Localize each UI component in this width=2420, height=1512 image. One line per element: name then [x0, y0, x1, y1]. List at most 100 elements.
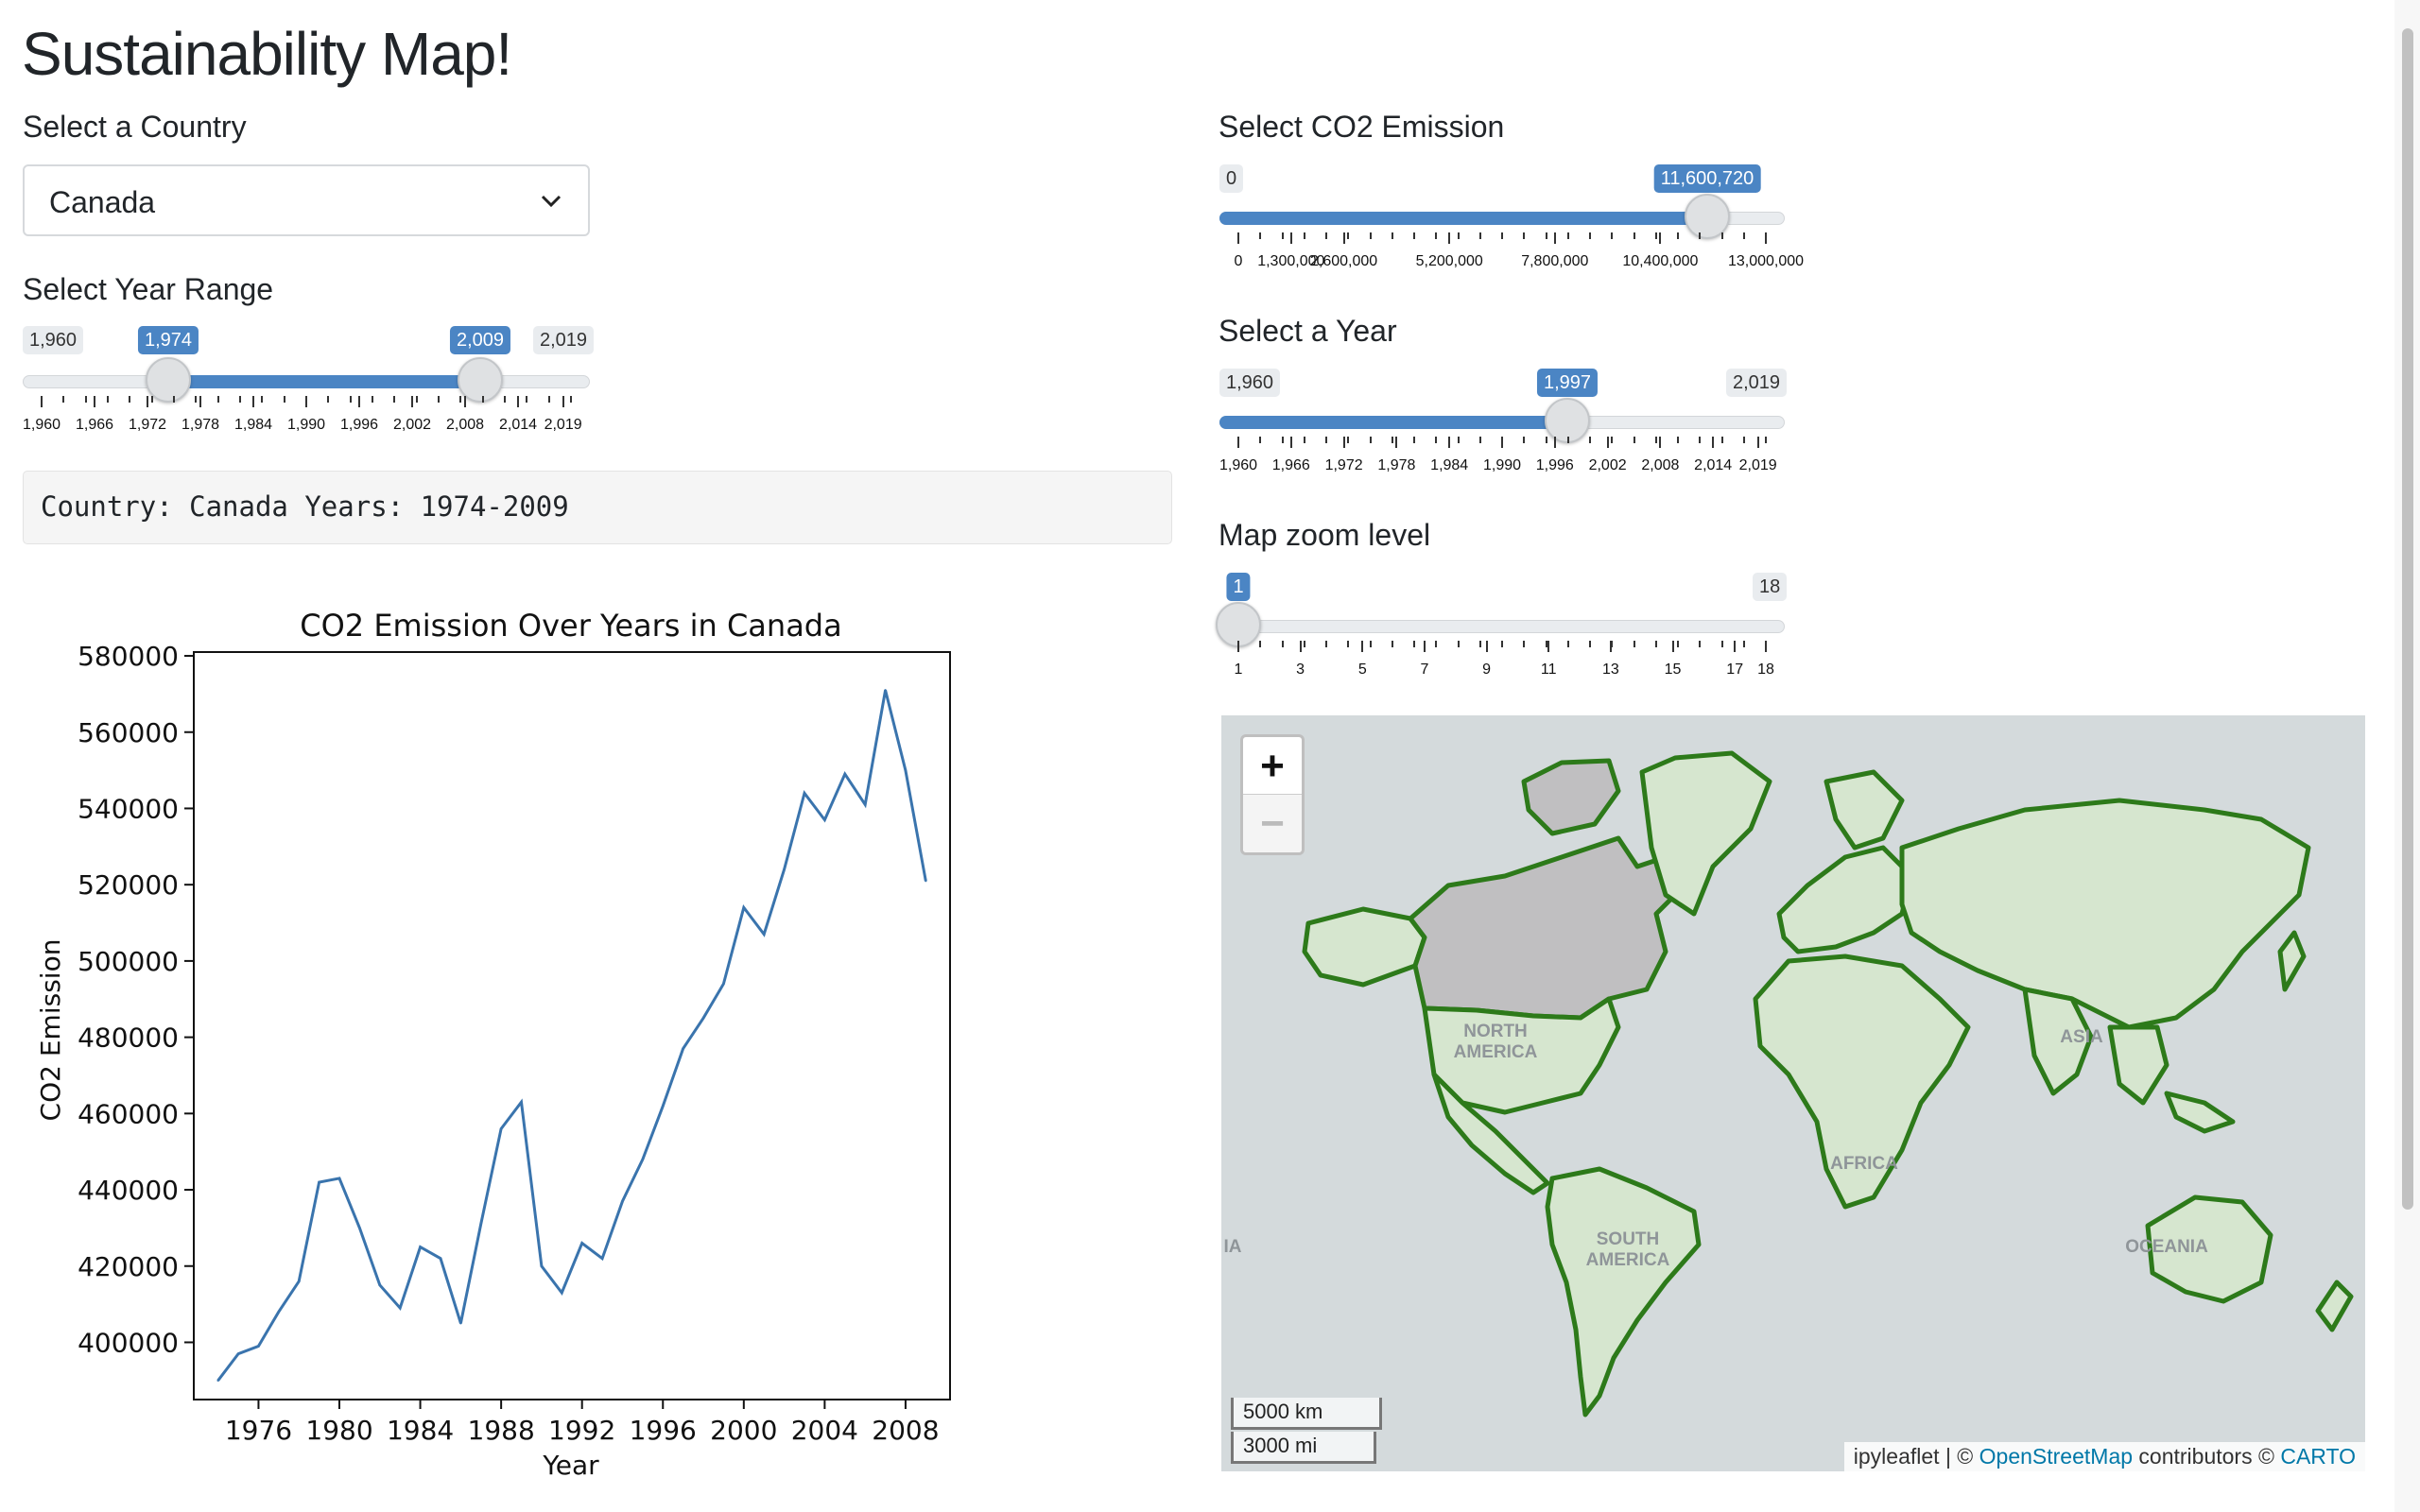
slider-major-tick — [464, 396, 466, 407]
slider-minor-tick — [1347, 437, 1350, 443]
zoom-track[interactable] — [1219, 620, 1785, 633]
slider-tick-label: 1,984 — [233, 417, 273, 433]
slider-minor-tick — [393, 396, 396, 403]
slider-minor-tick — [261, 396, 264, 403]
slider-tick-label: 2,008 — [1641, 457, 1680, 473]
slider-tick-label: 1 — [1234, 662, 1243, 678]
slider-minor-tick — [1654, 641, 1657, 647]
slider-minor-tick — [173, 396, 175, 403]
slider-tick-label: 10,400,000 — [1622, 253, 1699, 269]
se-asia-shape — [2107, 1024, 2169, 1106]
slider-tick-label: 2,008 — [445, 417, 485, 433]
chart-point — [803, 792, 806, 795]
x-tick-label: 1976 — [225, 1415, 292, 1446]
slider-major-tick — [1299, 641, 1302, 652]
chart-point — [823, 818, 826, 821]
chart-point — [925, 879, 927, 883]
country-select[interactable]: Canada — [23, 164, 590, 236]
country-select-value: Canada — [49, 185, 156, 219]
slider-minor-tick — [1259, 437, 1262, 443]
slider-minor-tick — [570, 396, 572, 403]
slider-tick-label: 2,600,000 — [1310, 253, 1378, 269]
country-label: Select a Country — [23, 110, 247, 144]
slider-minor-tick — [1523, 437, 1526, 443]
slider-major-tick — [1765, 641, 1767, 652]
slider-minor-tick — [1325, 437, 1327, 443]
zoom-out-button[interactable]: − — [1243, 795, 1302, 852]
zoom-max-pill: 18 — [1753, 573, 1788, 601]
slider-major-tick — [1485, 641, 1488, 652]
slider-major-tick — [1237, 232, 1239, 244]
map-canvas: NORTH AMERICA SOUTH AMERICA ASIA AFRICA … — [1224, 750, 2354, 1418]
slider-minor-tick — [1677, 641, 1679, 647]
slider-minor-tick — [1654, 232, 1657, 239]
chart-point — [378, 1283, 381, 1287]
slider-minor-tick — [1765, 437, 1767, 443]
south-america-shape — [1545, 1166, 1702, 1418]
slider-minor-tick — [1347, 641, 1350, 647]
slider-major-tick — [1289, 232, 1292, 244]
slider-minor-tick — [1478, 232, 1481, 239]
chart-point — [904, 768, 908, 772]
chevron-down-icon — [541, 195, 562, 208]
slider-minor-tick — [415, 396, 418, 403]
year-range-max-pill: 2,019 — [533, 326, 595, 354]
scrollbar-thumb[interactable] — [2402, 28, 2413, 1210]
slider-minor-tick — [1501, 641, 1503, 647]
output-box: Country: Canada Years: 1974-2009 — [23, 471, 1172, 544]
slider-minor-tick — [1611, 437, 1614, 443]
chart-point — [277, 1310, 281, 1314]
osm-link[interactable]: OpenStreetMap — [1979, 1444, 2133, 1469]
slider-minor-tick — [1303, 232, 1305, 239]
asia-shape — [1899, 798, 2311, 1030]
slider-major-tick — [147, 396, 148, 407]
slider-minor-tick — [1457, 437, 1460, 443]
slider-minor-tick — [1589, 437, 1591, 443]
slider-tick-label: 1,978 — [1377, 457, 1416, 473]
chart-point — [439, 1257, 442, 1260]
chart-point — [641, 1158, 645, 1160]
slider-minor-tick — [349, 396, 352, 403]
slider-minor-tick — [1435, 232, 1438, 239]
slider-major-tick — [517, 396, 519, 407]
chart-point — [662, 1105, 665, 1108]
y-tick-label: 540000 — [78, 793, 179, 824]
slider-tick-label: 1,972 — [128, 417, 167, 433]
x-tick-label: 1980 — [305, 1415, 372, 1446]
page-scrollbar[interactable] — [2394, 0, 2420, 1512]
slider-minor-tick — [1699, 641, 1702, 647]
co2-handle[interactable] — [1685, 194, 1730, 239]
slider-minor-tick — [1720, 641, 1723, 647]
map-label-north: NORTH — [1463, 1022, 1528, 1041]
carto-link[interactable]: CARTO — [2280, 1444, 2356, 1469]
slider-major-tick — [252, 396, 254, 407]
slider-minor-tick — [1742, 232, 1745, 239]
slider-minor-tick — [1325, 641, 1327, 647]
zoom-control: + − — [1240, 734, 1305, 855]
chart-point — [580, 1242, 583, 1245]
year-value-pill: 1,997 — [1536, 369, 1599, 397]
zoom-label: Map zoom level — [1219, 518, 1431, 552]
co2-bar — [1219, 212, 1707, 225]
slider-major-tick — [411, 396, 413, 407]
slider-tick-label: 2,002 — [392, 417, 432, 433]
slider-minor-tick — [481, 396, 484, 403]
slider-major-tick — [1553, 232, 1556, 244]
slider-major-tick — [1237, 437, 1239, 448]
slider-minor-tick — [1281, 641, 1284, 647]
slider-major-tick — [1448, 232, 1451, 244]
chart-point — [499, 1127, 503, 1130]
zoom-in-button[interactable]: + — [1243, 737, 1302, 795]
map-label-oceania: OCEANIA — [2125, 1237, 2208, 1257]
chart-point — [783, 868, 786, 871]
slider-minor-tick — [1720, 232, 1723, 239]
slider-minor-tick — [1742, 437, 1745, 443]
slider-minor-tick — [1566, 232, 1569, 239]
slider-tick-label: 2,014 — [498, 417, 538, 433]
x-tick-label: 1996 — [630, 1415, 697, 1446]
slider-major-tick — [1342, 437, 1345, 448]
x-tick-label: 1992 — [548, 1415, 615, 1446]
world-map[interactable]: NORTH AMERICA SOUTH AMERICA ASIA AFRICA … — [1221, 715, 2365, 1471]
slider-tick-label: 1,984 — [1430, 457, 1469, 473]
slider-minor-tick — [1369, 437, 1372, 443]
